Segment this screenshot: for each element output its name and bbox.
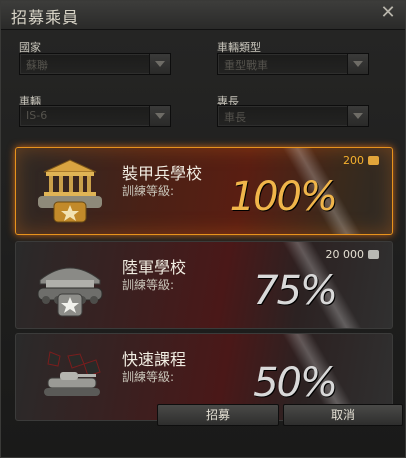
title-bar: 招募乘員 ✕ (1, 1, 405, 30)
option-name: 裝甲兵學校 (122, 164, 203, 183)
nation-value: 蘇聯 (26, 59, 48, 72)
training-percent: 50% (253, 360, 338, 406)
cancel-button[interactable]: 取消 (283, 404, 403, 426)
price-credits: 20 000 (325, 248, 365, 261)
vehicle-dropdown[interactable]: IS-6 (19, 105, 171, 127)
chevron-down-icon (347, 106, 368, 126)
recruit-crew-window: 招募乘員 ✕ 國家 蘇聯 車輛類型 重型戰車 車輛 IS-6 專長 車長 裝甲兵… (0, 0, 406, 458)
gold-icon (368, 156, 379, 165)
credits-icon (368, 250, 379, 259)
option-name: 陸軍學校 (122, 258, 187, 277)
training-percent: 75% (253, 268, 338, 314)
training-level-label: 訓練等級: (122, 184, 175, 198)
close-icon[interactable]: ✕ (379, 4, 397, 22)
vehicle-type-value: 重型戰車 (224, 59, 268, 72)
quick-course-emblem-icon (44, 351, 101, 396)
option-name: 快速課程 (122, 350, 187, 369)
vehicle-type-dropdown[interactable]: 重型戰車 (217, 53, 369, 75)
window-title: 招募乘員 (11, 8, 80, 27)
training-level-label: 訓練等級: (122, 278, 175, 292)
vehicle-value: IS-6 (26, 109, 48, 122)
training-level-label: 訓練等級: (122, 370, 175, 384)
recruit-button[interactable]: 招募 (157, 404, 279, 426)
specialty-dropdown[interactable]: 車長 (217, 105, 369, 127)
chevron-down-icon (149, 106, 170, 126)
army-school-emblem-icon (37, 267, 103, 317)
price-gold: 200 (343, 154, 364, 167)
academy-emblem-icon (38, 159, 102, 223)
chevron-down-icon (149, 54, 170, 74)
option-army-school[interactable]: 陸軍學校 訓練等級: 20 000 75% (15, 241, 393, 329)
nation-dropdown[interactable]: 蘇聯 (19, 53, 171, 75)
chevron-down-icon (347, 54, 368, 74)
training-percent: 100% (229, 174, 338, 220)
specialty-value: 車長 (224, 111, 246, 124)
option-tank-academy[interactable]: 裝甲兵學校 訓練等級: 200 100% (15, 147, 393, 235)
